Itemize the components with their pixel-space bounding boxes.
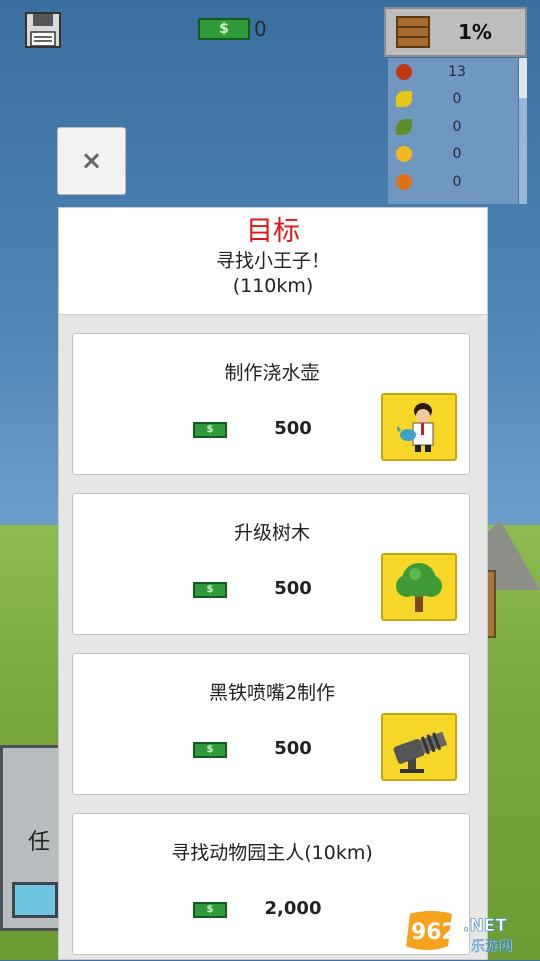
goal-price: 500 <box>274 738 312 759</box>
goal-action-button[interactable] <box>381 713 457 781</box>
watermark-number: 962 <box>411 920 457 945</box>
lab-window <box>12 882 58 918</box>
goal-name: 升级树木 <box>233 522 310 544</box>
cash-icon: $ <box>193 742 227 758</box>
inventory-list[interactable]: 13 0 0 0 0 <box>388 58 518 204</box>
dialog-subtitle: 寻找小王子！ <box>215 250 330 272</box>
inventory-scrollbar[interactable] <box>519 58 527 204</box>
scientist-watering-can-icon <box>397 403 434 452</box>
inventory-item: 0 <box>388 113 518 141</box>
scrollbar-thumb[interactable] <box>519 58 527 98</box>
tree-icon <box>396 563 442 612</box>
inventory-item: 0 <box>388 168 518 196</box>
close-button[interactable]: × <box>57 127 126 195</box>
goal-price: 500 <box>274 418 312 439</box>
close-icon: × <box>80 146 103 176</box>
inventory-qty: 13 <box>448 63 466 80</box>
building-sign-text: 任 <box>28 830 51 855</box>
inventory-qty: 0 <box>452 118 462 135</box>
inventory-qty: 0 <box>452 91 462 108</box>
banana-icon <box>396 91 412 108</box>
cash-icon: $ <box>193 422 227 438</box>
orange-icon <box>396 173 412 190</box>
cannon-nozzle-icon <box>393 731 448 773</box>
leaf-icon <box>396 118 412 135</box>
storage-button[interactable]: 1% <box>384 7 527 57</box>
dialog-header: 目标 寻找小王子！ (110km) <box>59 208 487 315</box>
goal-action-button[interactable] <box>381 553 457 621</box>
cash-icon: $ <box>193 902 227 918</box>
money-counter: $ 0 <box>198 17 267 41</box>
apple-icon <box>396 63 412 80</box>
goal-price: 500 <box>274 578 312 599</box>
crate-icon <box>396 16 430 48</box>
goal-card: 升级树木 $ 500 <box>72 493 470 635</box>
cash-icon: $ <box>193 582 227 598</box>
goals-dialog: 目标 寻找小王子！ (110km) 制作浇水壶 $ 500 升级树木 $ 500 <box>58 207 488 960</box>
goal-card: 黑铁喷嘴2制作 $ 500 <box>72 653 470 795</box>
goal-price: 2,000 <box>264 898 322 919</box>
inventory-item: 0 <box>388 141 518 169</box>
dialog-title: 目标 <box>246 216 300 247</box>
lemon-icon <box>396 146 412 163</box>
watermark-caption: 乐游网 <box>471 939 513 955</box>
storage-percent: 1% <box>458 20 492 44</box>
site-watermark: 962 .NET 乐游网 <box>401 907 535 957</box>
dialog-distance: (110km) <box>232 275 314 297</box>
goal-action-button[interactable] <box>381 393 457 461</box>
money-amount: 0 <box>254 17 267 41</box>
save-icon[interactable] <box>25 12 61 48</box>
goal-card: 制作浇水壶 $ 500 <box>72 333 470 475</box>
goal-name: 寻找动物园主人(10km) <box>171 842 373 864</box>
goal-name: 黑铁喷嘴2制作 <box>208 682 336 704</box>
cash-icon: $ <box>198 18 250 40</box>
inventory-item: 0 <box>388 86 518 114</box>
watermark-suffix: .NET <box>463 916 507 936</box>
inventory-qty: 0 <box>452 173 462 190</box>
inventory-item: 13 <box>388 58 518 86</box>
inventory-qty: 0 <box>452 146 462 163</box>
goal-name: 制作浇水壶 <box>224 362 320 384</box>
